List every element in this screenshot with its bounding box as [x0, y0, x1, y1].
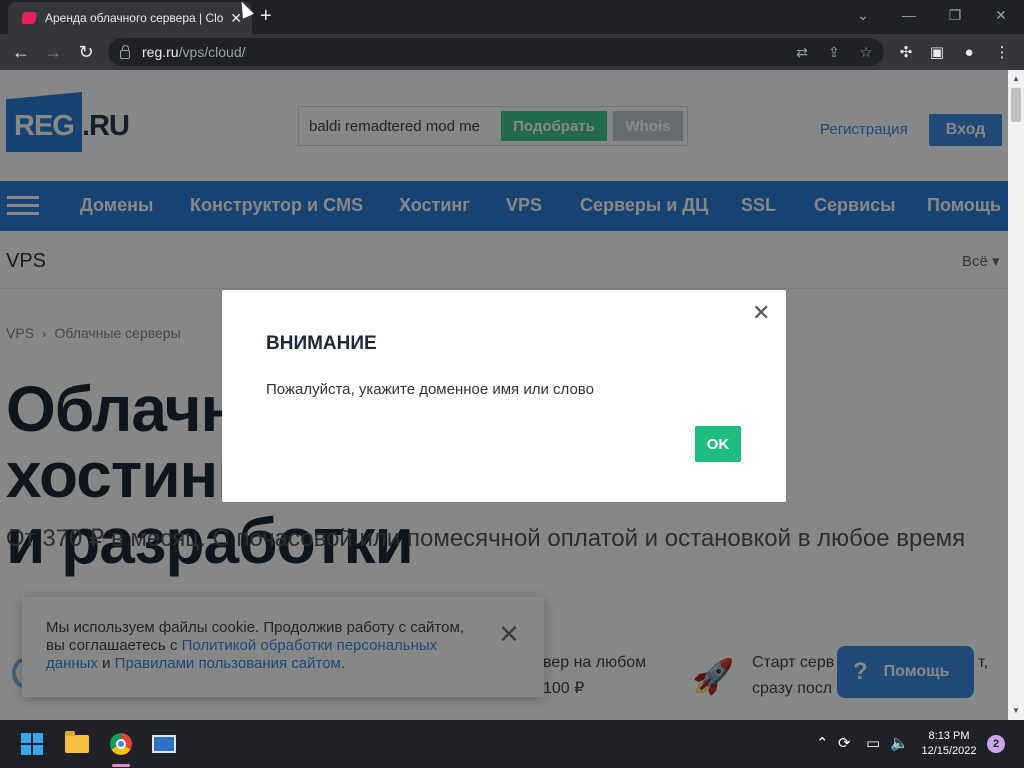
dialog-title: ВНИМАНИЕ [266, 333, 377, 354]
notification-badge[interactable]: 2 [987, 735, 1005, 753]
clock-time: 8:13 PM [928, 730, 970, 742]
back-icon[interactable]: ← [8, 39, 34, 65]
browser-toolbar: ← → ↻ reg.ru /vps/cloud/ ⇄ ⇪ ☆ ✣ ▣ ● ⋮ [0, 34, 1024, 70]
tab-title: Аренда облачного сервера | Cloud [45, 11, 225, 25]
browser-tab[interactable]: Аренда облачного сервера | Cloud ✕ [8, 2, 252, 34]
side-panel-icon[interactable]: ▣ [924, 39, 950, 65]
bookmark-star-icon[interactable]: ☆ [852, 38, 880, 66]
url-path: /vps/cloud/ [178, 44, 246, 60]
scroll-up-icon[interactable]: ▲ [1012, 74, 1020, 83]
lock-icon[interactable] [120, 44, 130, 59]
dialog-message: Пожалуйста, укажите доменное имя или сло… [266, 381, 594, 398]
close-window-icon[interactable]: ✕ [978, 0, 1024, 30]
chrome-icon[interactable] [105, 728, 137, 760]
clock[interactable]: 8:13 PM 12/15/2022 [918, 729, 980, 759]
windows-start-icon[interactable] [16, 728, 48, 760]
scroll-thumb[interactable] [1011, 88, 1021, 122]
menu-dots-icon[interactable]: ⋮ [989, 39, 1015, 65]
tray-chevron-icon[interactable]: ⌃ [816, 734, 829, 752]
sync-icon[interactable]: ⟳ [838, 734, 851, 752]
favicon-icon [20, 12, 38, 24]
minimize-icon[interactable]: — [886, 0, 932, 30]
volume-icon[interactable]: 🔈 [890, 734, 909, 752]
forward-icon[interactable]: → [40, 39, 66, 65]
url-host: reg.ru [142, 44, 179, 60]
scroll-down-icon[interactable]: ▼ [1012, 706, 1020, 715]
active-app-indicator [112, 764, 130, 767]
taskbar: ⌃ ⟳ ▭ 🔈 8:13 PM 12/15/2022 2 [0, 720, 1024, 768]
monitor-app-icon[interactable] [148, 728, 180, 760]
alert-dialog: ✕ ВНИМАНИЕ Пожалуйста, укажите доменное … [222, 290, 786, 502]
translate-icon[interactable]: ⇄ [788, 38, 816, 66]
network-icon[interactable]: ▭ [866, 734, 880, 752]
dialog-close-icon[interactable]: ✕ [752, 302, 770, 324]
ok-button[interactable]: OK [695, 426, 741, 462]
page-scrollbar[interactable]: ▲ ▼ [1008, 70, 1024, 720]
restore-icon[interactable]: ❐ [932, 0, 978, 30]
profile-icon[interactable]: ● [956, 39, 982, 65]
file-explorer-icon[interactable] [61, 728, 93, 760]
extensions-icon[interactable]: ✣ [893, 39, 919, 65]
browser-tab-bar: Аренда облачного сервера | Cloud ✕ + ⌄ —… [0, 0, 1024, 34]
address-bar[interactable]: reg.ru /vps/cloud/ ⇄ ⇪ ☆ [108, 38, 884, 66]
clock-date: 12/15/2022 [921, 745, 977, 757]
new-tab-button[interactable]: + [260, 5, 272, 27]
web-page: REG .RU Подобрать Whois Регистрация Вход… [0, 70, 1008, 720]
share-icon[interactable]: ⇪ [820, 38, 848, 66]
reload-icon[interactable]: ↻ [73, 39, 99, 65]
tab-search-icon[interactable]: ⌄ [840, 0, 886, 30]
